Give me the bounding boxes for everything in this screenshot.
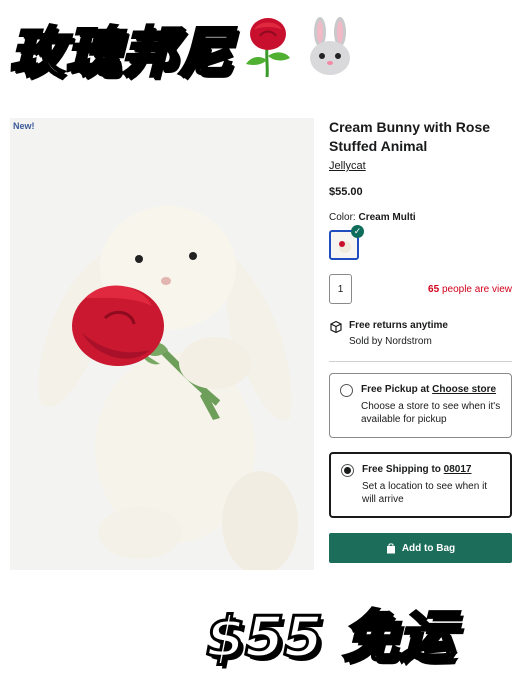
new-badge: New! (13, 121, 35, 131)
viewing-number: 65 (428, 283, 440, 295)
add-to-bag-button[interactable]: Add to Bag (329, 533, 512, 563)
pickup-radio[interactable] (340, 384, 353, 397)
brand-link[interactable]: Jellycat (329, 160, 366, 172)
shipping-radio[interactable] (341, 464, 354, 477)
swatch-thumbnail-icon (339, 241, 351, 253)
sold-by: Sold by Nordstrom (349, 336, 432, 347)
color-swatch[interactable]: ✓ (329, 225, 364, 260)
product-title: Cream Bunny with Rose Stuffed Animal (329, 119, 491, 154)
shipping-label: Free Shipping to (362, 464, 444, 475)
pickup-title: Free Pickup at Choose store (361, 384, 503, 395)
return-box-icon (330, 320, 342, 334)
overlay-title-text: 玫瑰邦尼 (9, 19, 234, 85)
bunny-with-rose-illustration (38, 206, 298, 570)
viewing-text: people are view (441, 283, 512, 295)
zip-link[interactable]: 08017 (444, 464, 472, 475)
product-info: Cream Bunny with Rose Stuffed Animal Jel… (329, 118, 512, 362)
divider (329, 361, 512, 362)
shopping-bag-icon (386, 542, 395, 553)
product-price: $55.00 (329, 186, 363, 198)
overlay-price-note: $55 免运 (204, 604, 455, 672)
shipping-title: Free Shipping to 08017 (362, 464, 502, 475)
color-label-prefix: Color: (329, 212, 356, 223)
pickup-option[interactable]: Free Pickup at Choose store Choose a sto… (329, 373, 512, 438)
quantity-select[interactable]: 1 (329, 274, 353, 304)
returns-info: Free returns anytime Sold by Nordstrom (329, 320, 512, 347)
add-to-bag-label: Add to Bag (401, 542, 456, 554)
color-value: Cream Multi (358, 212, 416, 223)
quantity-row: 1 65 people are view (329, 274, 512, 304)
viewing-count: 65 people are view (428, 284, 512, 295)
shipping-option[interactable]: Free Shipping to 08017 Set a location to… (329, 452, 512, 518)
product-image[interactable]: New! (10, 118, 314, 570)
overlay-title: 玫瑰邦尼 (9, 12, 358, 85)
checkmark-icon: ✓ (351, 225, 364, 238)
pickup-label: Free Pickup at (361, 384, 433, 395)
shipping-description: Set a location to see when it will arriv… (362, 481, 488, 505)
color-label: Color: Cream Multi (329, 212, 512, 223)
rose-emoji-icon (246, 18, 290, 78)
bunny-emoji-icon (310, 17, 350, 75)
returns-title: Free returns anytime (349, 320, 448, 331)
choose-store-link[interactable]: Choose store (432, 384, 496, 395)
pickup-description: Choose a store to see when it's availabl… (361, 401, 501, 425)
